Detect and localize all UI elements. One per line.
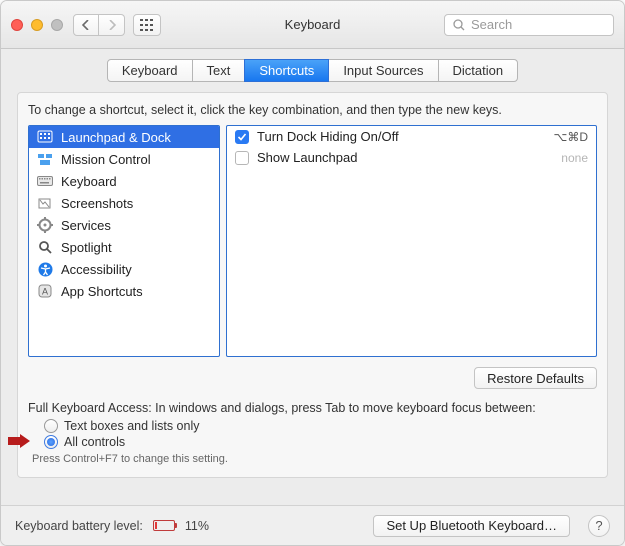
instruction-text: To change a shortcut, select it, click t… bbox=[28, 103, 597, 117]
close-window-button[interactable] bbox=[11, 19, 23, 31]
setup-bluetooth-button[interactable]: Set Up Bluetooth Keyboard… bbox=[373, 515, 570, 537]
category-app-shortcuts[interactable]: A App Shortcuts bbox=[29, 280, 219, 302]
shortcut-label: Show Launchpad bbox=[257, 150, 553, 165]
category-label: App Shortcuts bbox=[61, 284, 143, 299]
titlebar: Keyboard Search bbox=[1, 1, 624, 49]
radio-all-controls[interactable]: All controls bbox=[44, 435, 597, 449]
accessibility-icon bbox=[37, 261, 53, 277]
services-icon bbox=[37, 217, 53, 233]
shortcuts-panel: To change a shortcut, select it, click t… bbox=[17, 92, 608, 478]
category-keyboard[interactable]: Keyboard bbox=[29, 170, 219, 192]
tab-shortcuts[interactable]: Shortcuts bbox=[244, 59, 329, 82]
tab-keyboard[interactable]: Keyboard bbox=[107, 59, 193, 82]
minimize-window-button[interactable] bbox=[31, 19, 43, 31]
app-shortcuts-icon: A bbox=[37, 283, 53, 299]
tab-input-sources[interactable]: Input Sources bbox=[328, 59, 438, 82]
access-hint: Press Control+F7 to change this setting. bbox=[32, 453, 597, 465]
shortcut-row[interactable]: Show Launchpad none bbox=[227, 147, 596, 168]
footer: Keyboard battery level: 11% Set Up Bluet… bbox=[1, 505, 624, 545]
category-accessibility[interactable]: Accessibility bbox=[29, 258, 219, 280]
search-placeholder: Search bbox=[471, 17, 512, 32]
full-keyboard-access-section: Full Keyboard Access: In windows and dia… bbox=[28, 401, 597, 465]
category-label: Launchpad & Dock bbox=[61, 130, 171, 145]
callout-arrow-icon bbox=[8, 434, 30, 448]
tab-dictation[interactable]: Dictation bbox=[438, 59, 519, 82]
radio-text-boxes-only[interactable]: Text boxes and lists only bbox=[44, 419, 597, 433]
nav-back-forward bbox=[73, 14, 125, 36]
category-mission-control[interactable]: Mission Control bbox=[29, 148, 219, 170]
category-screenshots[interactable]: Screenshots bbox=[29, 192, 219, 214]
svg-text:A: A bbox=[42, 287, 48, 297]
category-services[interactable]: Services bbox=[29, 214, 219, 236]
tab-bar: Keyboard Text Shortcuts Input Sources Di… bbox=[17, 59, 608, 82]
category-list[interactable]: Launchpad & Dock Mission Control Keyboar… bbox=[28, 125, 220, 357]
radio-label: All controls bbox=[64, 435, 125, 449]
category-label: Keyboard bbox=[61, 174, 117, 189]
radio-icon bbox=[44, 435, 58, 449]
restore-defaults-button[interactable]: Restore Defaults bbox=[474, 367, 597, 389]
content-area: Keyboard Text Shortcuts Input Sources Di… bbox=[1, 49, 624, 490]
battery-icon bbox=[153, 520, 175, 531]
shortcut-checkbox[interactable] bbox=[235, 151, 249, 165]
search-field[interactable]: Search bbox=[444, 14, 614, 36]
radio-label: Text boxes and lists only bbox=[64, 419, 200, 433]
shortcut-checkbox[interactable] bbox=[235, 130, 249, 144]
shortcut-label: Turn Dock Hiding On/Off bbox=[257, 129, 546, 144]
category-label: Mission Control bbox=[61, 152, 151, 167]
forward-button[interactable] bbox=[99, 14, 125, 36]
help-button[interactable]: ? bbox=[588, 515, 610, 537]
keyboard-icon bbox=[37, 173, 53, 189]
category-label: Screenshots bbox=[61, 196, 133, 211]
shortcut-lists: Launchpad & Dock Mission Control Keyboar… bbox=[28, 125, 597, 357]
category-label: Spotlight bbox=[61, 240, 112, 255]
category-spotlight[interactable]: Spotlight bbox=[29, 236, 219, 258]
restore-row: Restore Defaults bbox=[28, 367, 597, 389]
access-title: Full Keyboard Access: In windows and dia… bbox=[28, 401, 597, 415]
search-icon bbox=[453, 19, 465, 31]
radio-icon bbox=[44, 419, 58, 433]
mission-control-icon bbox=[37, 151, 53, 167]
category-launchpad-dock[interactable]: Launchpad & Dock bbox=[29, 126, 219, 148]
spotlight-icon bbox=[37, 239, 53, 255]
tab-text[interactable]: Text bbox=[192, 59, 246, 82]
zoom-window-button[interactable] bbox=[51, 19, 63, 31]
window-controls bbox=[11, 19, 63, 31]
launchpad-icon bbox=[37, 129, 53, 145]
back-button[interactable] bbox=[73, 14, 99, 36]
access-radio-group: Text boxes and lists only All controls bbox=[44, 419, 597, 449]
shortcut-list[interactable]: Turn Dock Hiding On/Off ⌥⌘D Show Launchp… bbox=[226, 125, 597, 357]
battery-percent: 11% bbox=[185, 519, 209, 533]
battery-label: Keyboard battery level: bbox=[15, 519, 143, 533]
category-label: Services bbox=[61, 218, 111, 233]
preferences-window: Keyboard Search Keyboard Text Shortcuts … bbox=[0, 0, 625, 546]
shortcut-keys[interactable]: ⌥⌘D bbox=[554, 130, 589, 144]
shortcut-row[interactable]: Turn Dock Hiding On/Off ⌥⌘D bbox=[227, 126, 596, 147]
category-label: Accessibility bbox=[61, 262, 132, 277]
show-all-button[interactable] bbox=[133, 14, 161, 36]
shortcut-keys[interactable]: none bbox=[561, 151, 588, 165]
screenshots-icon bbox=[37, 195, 53, 211]
